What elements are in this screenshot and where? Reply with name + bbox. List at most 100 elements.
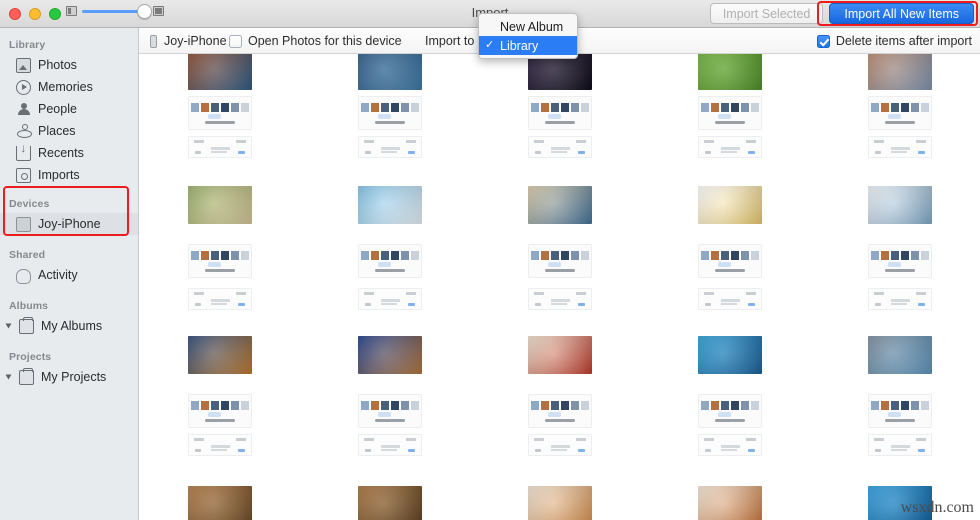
photo-thumbnail[interactable] <box>698 394 762 428</box>
menu-item-new-album-label: New Album <box>500 19 564 34</box>
menu-item-library[interactable]: ✓ Library <box>479 36 577 55</box>
photo-thumbnail[interactable] <box>188 96 252 130</box>
sidebar-item-my-albums[interactable]: My Albums <box>0 315 138 337</box>
photo-thumbnail[interactable] <box>528 486 592 520</box>
imports-icon <box>16 167 31 183</box>
sidebar-item-label: Imports <box>38 168 80 182</box>
sidebar-item-recents[interactable]: Recents <box>0 142 138 164</box>
sidebar-item-people[interactable]: People <box>0 98 138 120</box>
sidebar-header-shared: Shared <box>9 249 46 261</box>
sidebar-item-memories[interactable]: Memories <box>0 76 138 98</box>
sidebar-item-photos[interactable]: Photos <box>0 54 138 76</box>
sidebar-item-label: My Projects <box>41 370 107 384</box>
import-selected-button[interactable]: Import Selected <box>709 3 824 24</box>
photo-thumbnail[interactable] <box>188 394 252 428</box>
photo-thumbnail[interactable] <box>528 54 592 90</box>
photo-thumbnail[interactable] <box>698 486 762 520</box>
sidebar-item-label: Places <box>38 124 76 138</box>
photo-thumbnail[interactable] <box>188 54 252 90</box>
import-destination-menu[interactable]: New Album ✓ Library <box>478 13 578 59</box>
photo-thumbnail[interactable] <box>528 96 592 130</box>
sidebar-item-label: Memories <box>38 80 93 94</box>
photo-thumbnail[interactable] <box>698 186 762 224</box>
photo-thumbnail[interactable] <box>358 486 422 520</box>
photo-thumbnail[interactable] <box>358 434 422 456</box>
photo-thumbnail[interactable] <box>528 394 592 428</box>
photo-thumbnail[interactable] <box>188 186 252 224</box>
photo-thumbnail[interactable] <box>698 288 762 310</box>
import-all-new-items-button[interactable]: Import All New Items <box>829 3 974 24</box>
photos-import-window: Import Import Selected Import All New It… <box>0 0 980 520</box>
photo-thumbnail[interactable] <box>698 244 762 278</box>
check-icon: ✓ <box>485 39 495 51</box>
photo-thumbnail[interactable] <box>868 244 932 278</box>
photo-thumbnail[interactable] <box>358 54 422 90</box>
import-to-label: Import to <box>425 34 475 48</box>
photo-thumbnail[interactable] <box>528 244 592 278</box>
photo-thumbnail[interactable] <box>868 336 932 374</box>
photo-thumbnail[interactable] <box>698 136 762 158</box>
sidebar-item-label: My Albums <box>41 319 103 333</box>
sidebar-item-joy-iphone[interactable]: Joy-iPhone <box>0 213 138 235</box>
delete-after-import-row[interactable]: Delete items after import <box>816 34 972 48</box>
photo-thumbnail[interactable] <box>188 288 252 310</box>
people-icon <box>16 102 31 117</box>
photo-thumbnail[interactable] <box>358 288 422 310</box>
photo-thumbnail[interactable] <box>868 394 932 428</box>
sidebar-item-activity[interactable]: Activity <box>0 264 138 286</box>
photo-thumbnail[interactable] <box>868 96 932 130</box>
photo-thumbnail[interactable] <box>528 336 592 374</box>
photo-thumbnail[interactable] <box>698 434 762 456</box>
photo-thumbnail[interactable] <box>358 394 422 428</box>
import-photo-grid[interactable] <box>139 54 980 520</box>
photo-thumbnail[interactable] <box>188 136 252 158</box>
chevron-down-icon[interactable] <box>5 374 12 380</box>
album-icon <box>19 367 34 385</box>
delete-after-import-label: Delete items after import <box>835 34 972 48</box>
photos-icon <box>16 57 31 73</box>
open-photos-checkbox[interactable] <box>229 34 242 48</box>
sidebar-header-devices: Devices <box>9 198 50 210</box>
photo-thumbnail[interactable] <box>868 288 932 310</box>
places-icon <box>16 124 32 139</box>
photo-thumbnail[interactable] <box>358 96 422 130</box>
photo-thumbnail[interactable] <box>868 54 932 90</box>
iphone-icon <box>150 34 157 48</box>
sidebar-item-imports[interactable]: Imports <box>0 164 138 186</box>
photo-thumbnail[interactable] <box>188 244 252 278</box>
photo-thumbnail[interactable] <box>528 186 592 224</box>
photo-thumbnail[interactable] <box>868 136 932 158</box>
photo-thumbnail[interactable] <box>358 186 422 224</box>
device-name-label: Joy-iPhone <box>164 34 227 48</box>
sidebar-item-places[interactable]: Places <box>0 120 138 142</box>
sidebar: Library Photos Memories People Places Re… <box>0 28 139 520</box>
sidebar-item-label: Joy-iPhone <box>38 217 101 231</box>
photo-thumbnail[interactable] <box>358 244 422 278</box>
photo-thumbnail[interactable] <box>188 336 252 374</box>
open-photos-checkbox-row[interactable]: Open Photos for this device <box>229 34 402 48</box>
photo-thumbnail[interactable] <box>528 434 592 456</box>
photo-thumbnail[interactable] <box>698 54 762 90</box>
chevron-down-icon[interactable] <box>5 323 12 329</box>
photo-thumbnail[interactable] <box>868 434 932 456</box>
cloud-icon <box>16 269 31 284</box>
photo-thumbnail[interactable] <box>188 486 252 520</box>
photo-thumbnail[interactable] <box>358 136 422 158</box>
menu-item-new-album[interactable]: New Album <box>479 17 577 36</box>
sidebar-item-label: People <box>38 102 77 116</box>
photo-thumbnail[interactable] <box>528 288 592 310</box>
photo-thumbnail[interactable] <box>698 336 762 374</box>
open-photos-label: Open Photos for this device <box>248 34 402 48</box>
photo-thumbnail[interactable] <box>528 136 592 158</box>
sidebar-item-my-projects[interactable]: My Projects <box>0 366 138 388</box>
photo-thumbnail[interactable] <box>358 336 422 374</box>
photo-thumbnail[interactable] <box>698 96 762 130</box>
watermark: wsxdn.com <box>900 499 974 516</box>
sidebar-item-label: Photos <box>38 58 77 72</box>
delete-after-import-checkbox[interactable] <box>816 34 830 48</box>
sidebar-header-library: Library <box>9 39 46 51</box>
sidebar-header-albums: Albums <box>9 300 49 312</box>
photo-thumbnail[interactable] <box>188 434 252 456</box>
photo-thumbnail[interactable] <box>868 186 932 224</box>
iphone-icon <box>16 216 31 232</box>
